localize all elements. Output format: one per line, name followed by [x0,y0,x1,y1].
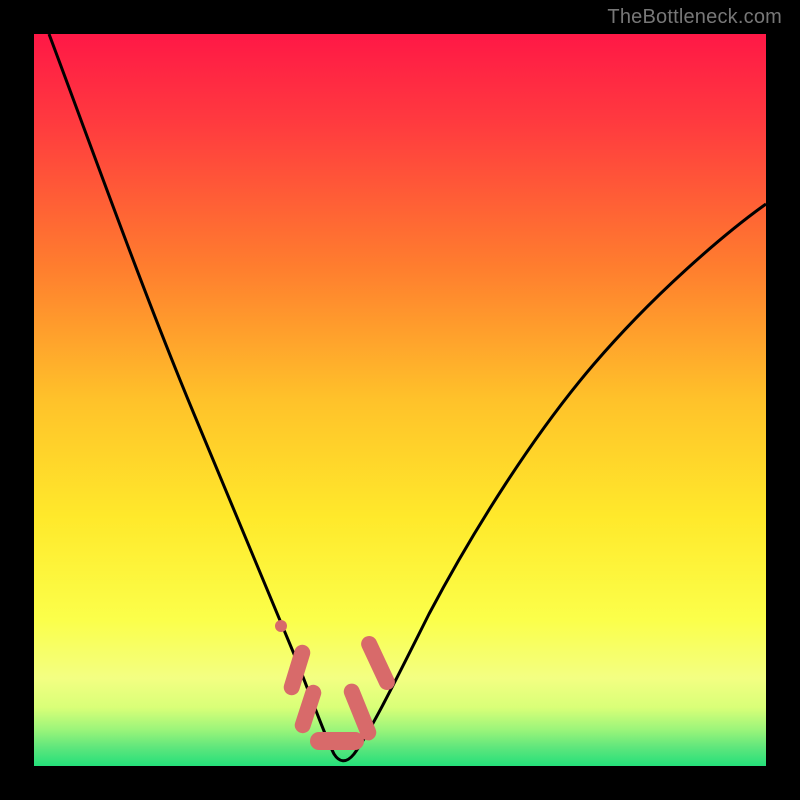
bottleneck-chart [34,34,766,766]
chart-frame [34,34,766,766]
gradient-background [34,34,766,766]
marker-dot [275,620,287,632]
watermark-text: TheBottleneck.com [607,6,782,29]
marker-segment [310,732,364,750]
